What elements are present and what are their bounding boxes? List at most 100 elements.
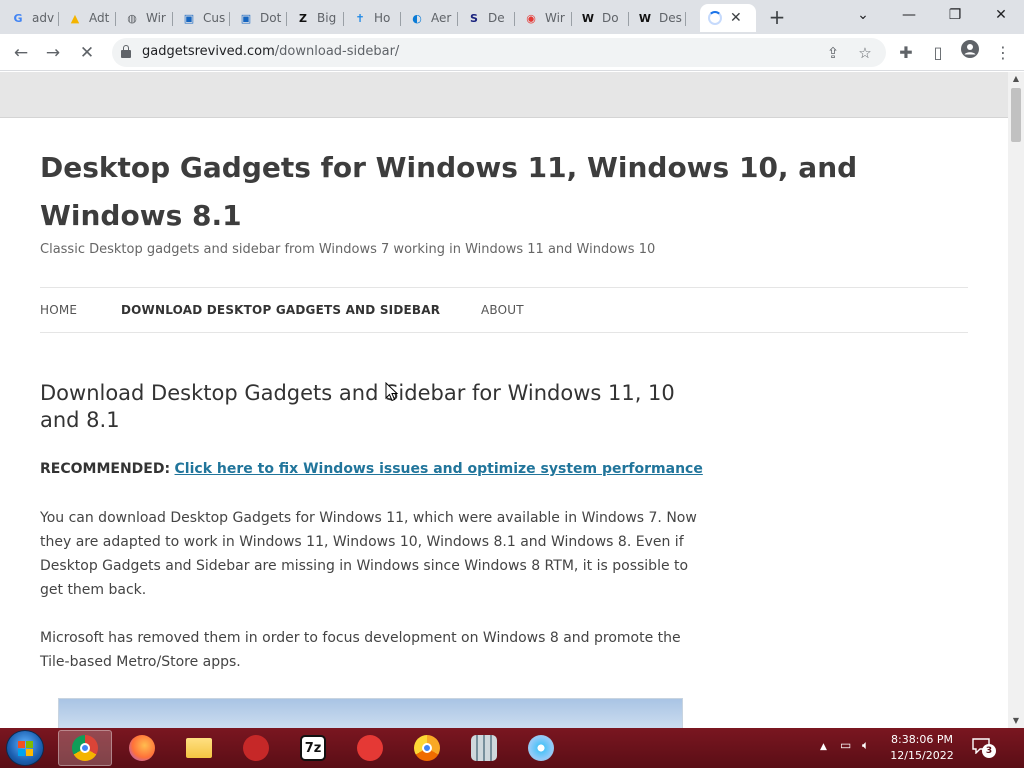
calculator-icon [471,735,497,761]
page-viewport: Desktop Gadgets for Windows 11, Windows … [0,72,1008,728]
browser-tab[interactable]: ✝ Ho [344,4,401,32]
scrollbar-thumb[interactable] [1011,88,1021,142]
chrome-canary-icon [414,735,440,761]
globe-icon: ◍ [127,11,137,25]
browser-tab[interactable]: ▣ Dot [230,4,287,32]
taskbar-app-app-gear[interactable] [343,730,397,766]
tab-title: Cus [203,11,226,25]
nav-item-home[interactable]: HOME [40,303,77,317]
start-button[interactable] [6,730,44,766]
recommended-line: RECOMMENDED: Click here to fix Windows i… [40,461,703,477]
tab-separator [229,12,230,26]
browser-tab[interactable]: ◐ Aer [401,4,458,32]
recommended-label: RECOMMENDED: [40,461,171,477]
forward-button[interactable]: → [40,40,66,66]
tab-search-button[interactable]: ⌄ [848,4,878,28]
network-icon[interactable]: ▭ [840,738,851,752]
close-window-button[interactable]: ✕ [986,4,1016,28]
tab-title: De [488,11,505,25]
url-path: /download-sidebar/ [274,44,400,59]
app-gear-icon [357,735,383,761]
tab-separator [685,12,686,26]
app-red-dots-icon [243,735,269,761]
article-title: Download Desktop Gadgets and Sidebar for… [40,381,675,432]
windows-logo-icon [18,741,34,757]
minimize-button[interactable]: — [894,4,924,28]
volume-icon[interactable]: 🔈︎ [862,738,869,753]
tab-separator [343,12,344,26]
address-bar[interactable]: gadgetsrevived.com/download-sidebar/ ⇪ ☆ [112,38,886,67]
site-description: Classic Desktop gadgets and sidebar from… [40,242,656,257]
browser-tab[interactable]: S De [458,4,515,32]
profile-avatar-icon[interactable] [957,40,983,66]
taskbar-app-chrome[interactable] [58,730,112,766]
back-button[interactable]: ← [8,40,34,66]
stop-loading-button[interactable]: ✕ [74,40,100,66]
side-panel-icon[interactable]: ▯ [925,40,951,66]
windows-blog-icon: ▣ [183,11,195,25]
s-logo-icon: S [470,11,478,25]
tab-active-loading[interactable]: ✕ [700,4,756,32]
tab-title: Dot [260,11,282,25]
recommended-link[interactable]: Click here to fix Windows issues and opt… [175,461,703,477]
page-scrollbar[interactable]: ▲ ▼ [1008,72,1024,728]
windows-taskbar: ▲ ▭ 🔈︎ 8:38:06 PM 12/15/2022 3 7z [0,728,1024,768]
main-navigation: HOME DOWNLOAD DESKTOP GADGETS AND SIDEBA… [40,287,968,333]
tab-strip: W Des W Do ◉ Wir S De ◐ Aer ✝ Ho Z Big ▣ Dot ▣ Cus ◍ Wir ▲ Ad… [0,0,1024,34]
taskbar-app-7zip[interactable]: 7z [286,730,340,766]
show-hidden-icons-icon[interactable]: ▲ [820,742,827,752]
browser-tab[interactable]: ▣ Cus [173,4,230,32]
site-title[interactable]: Desktop Gadgets for Windows 11, Windows … [40,144,970,240]
mouse-cursor-icon [385,382,399,402]
extensions-puzzle-icon[interactable]: ✚ [893,40,919,66]
file-explorer-icon [186,738,212,758]
browser-tab[interactable]: W Do [572,4,629,32]
taskbar-app-chrome-canary[interactable] [400,730,454,766]
new-tab-button[interactable]: + [766,7,788,29]
browser-tab[interactable]: ◍ Wir [116,4,173,32]
browser-tab[interactable]: W Des [629,4,686,32]
tab-title: Wir [146,11,166,25]
close-tab-icon[interactable]: ✕ [730,10,742,26]
tab-title: Wir [545,11,565,25]
article-screenshot-image [58,698,683,728]
7zip-icon: 7z [300,735,326,761]
taskbar-app-calculator[interactable] [457,730,511,766]
tab-separator [571,12,572,26]
bookmark-star-icon[interactable]: ☆ [854,42,876,64]
taskbar-app-dvd-maker[interactable] [514,730,568,766]
nav-item-about[interactable]: ABOUT [481,303,524,317]
article-paragraph-2: Microsoft has removed them in order to f… [40,630,681,670]
tab-title: Ho [374,11,391,25]
clock-date: 12/15/2022 [890,749,954,762]
restore-button[interactable]: ❐ [940,4,970,28]
tab-title: Adt [89,11,110,25]
clock-time: 8:38:06 PM [890,733,954,746]
browser-tab[interactable]: Z Big [287,4,344,32]
system-clock[interactable]: 8:38:06 PM 12/15/2022 [886,732,958,764]
share-icon[interactable]: ⇪ [822,42,844,64]
browser-tab[interactable]: Gadv [2,4,59,32]
w-logo-icon: W [581,11,595,25]
taskbar-app-file-explorer[interactable] [172,730,226,766]
scroll-up-arrow-icon[interactable]: ▲ [1008,72,1024,86]
nav-item-download-gadgets[interactable]: DOWNLOAD DESKTOP GADGETS AND SIDEBAR [121,303,440,317]
taskbar-app-firefox[interactable] [115,730,169,766]
url-text[interactable]: gadgetsrevived.com/download-sidebar/ [142,44,399,59]
firefox-icon [129,735,155,761]
tab-title: Des [659,11,682,25]
chrome-icon [72,735,98,761]
taskbar-app-app-red-dots[interactable] [229,730,283,766]
browser-tab[interactable]: ◉ Wir [515,4,572,32]
tab-separator [58,12,59,26]
site-top-bar [0,72,1008,118]
scroll-down-arrow-icon[interactable]: ▼ [1008,714,1024,728]
lock-icon[interactable] [121,45,131,58]
tab-separator [286,12,287,26]
w-logo-icon: W [638,11,652,25]
action-center-icon[interactable]: 3 [972,738,996,758]
tab-separator [400,12,401,26]
browser-tab[interactable]: ▲ Adt [59,4,116,32]
browser-menu-icon[interactable]: ⋮ [990,40,1016,66]
tab-title: Do [602,11,619,25]
